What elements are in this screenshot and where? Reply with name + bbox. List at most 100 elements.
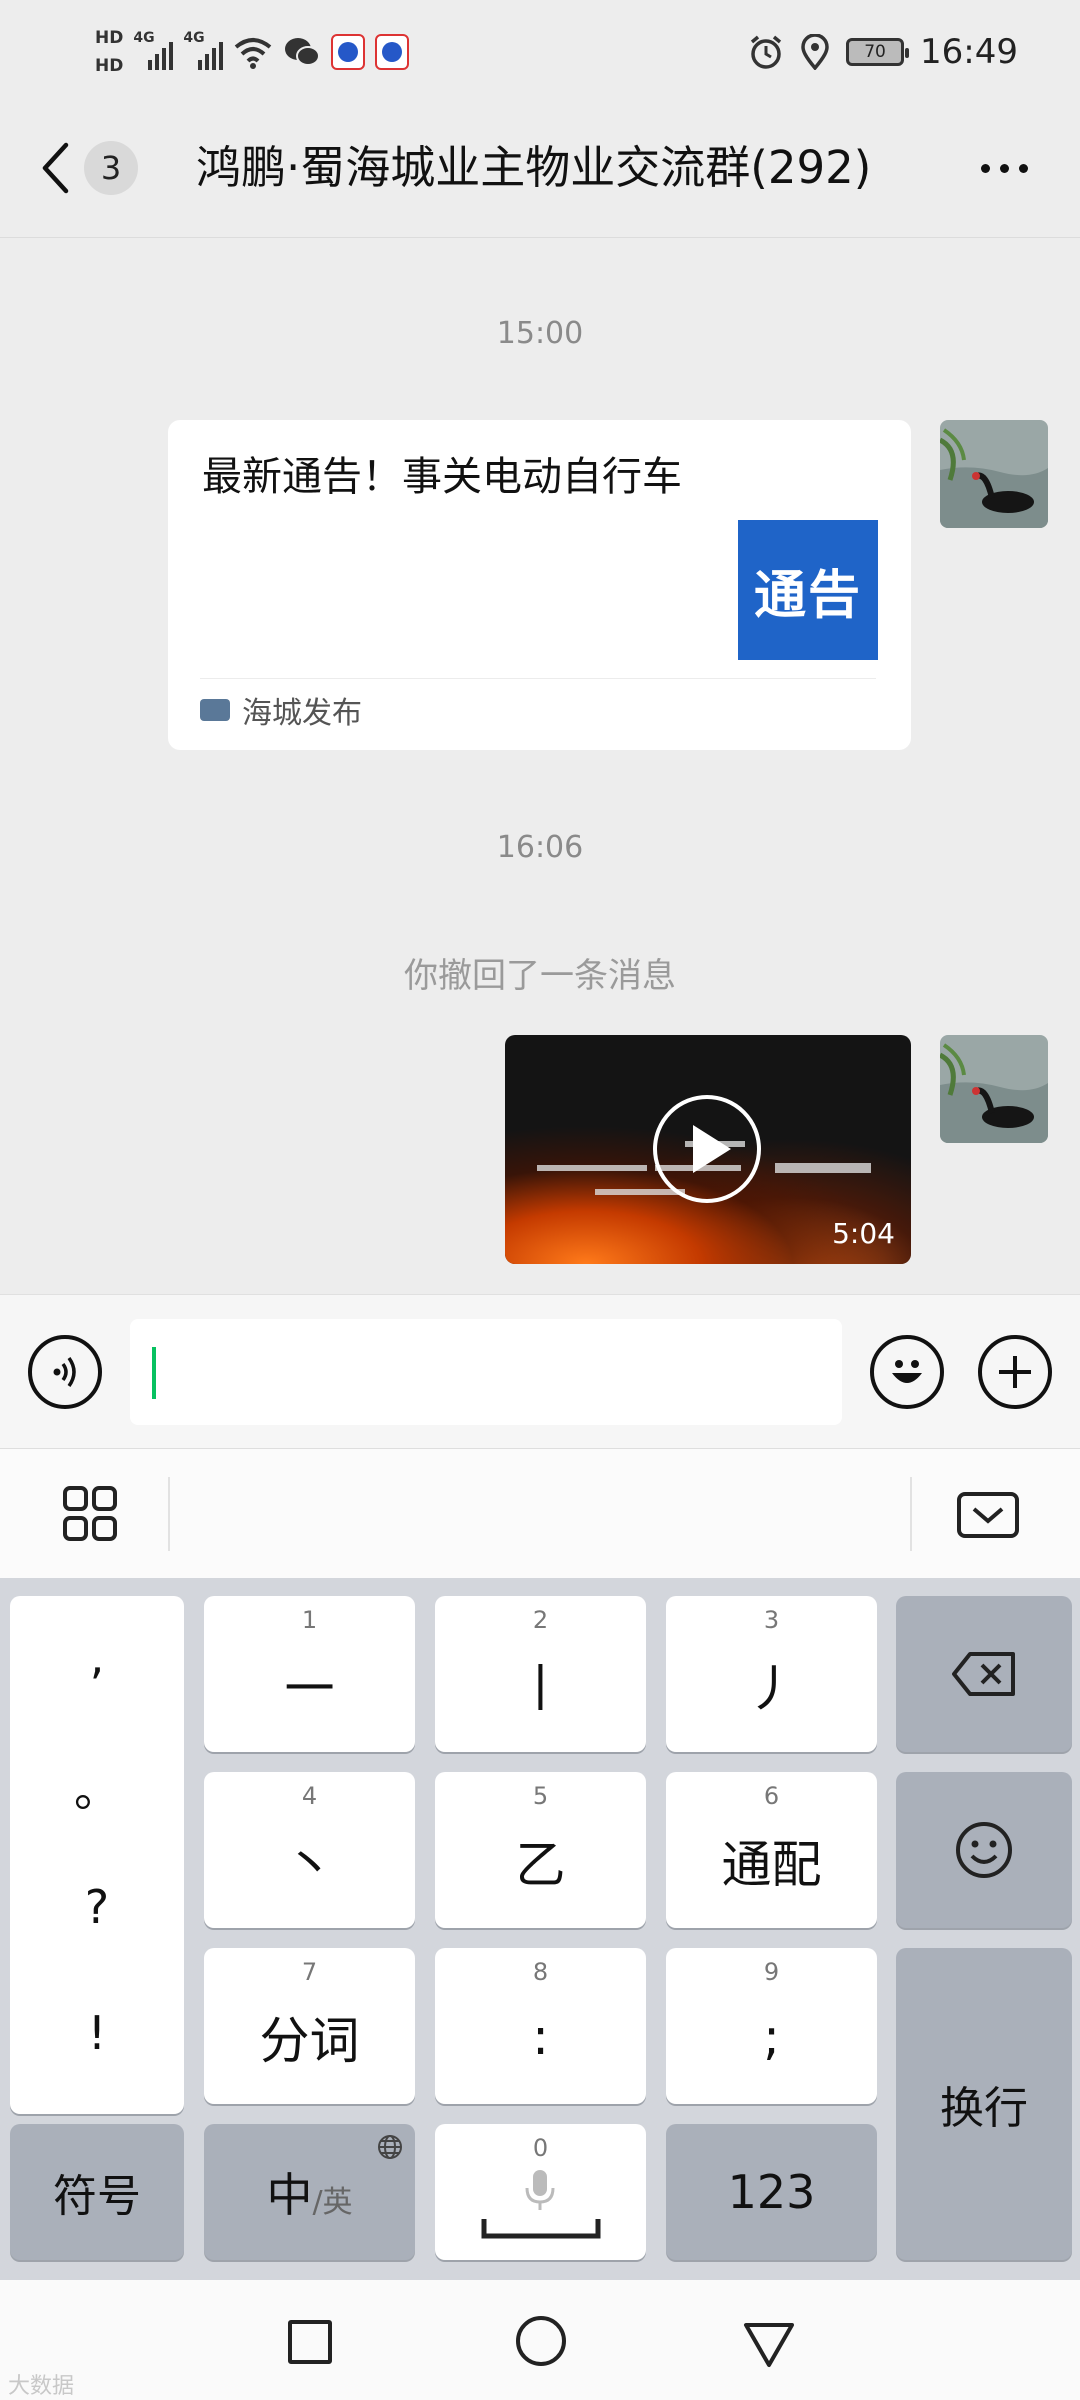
- avatar[interactable]: [940, 420, 1048, 528]
- emoji-button[interactable]: [870, 1335, 944, 1409]
- plus-icon: [999, 1356, 1031, 1388]
- stroke-key-1[interactable]: 1 一: [204, 1596, 415, 1752]
- stroke-key-4[interactable]: 4 丶: [204, 1772, 415, 1928]
- numeric-key[interactable]: 123: [666, 2124, 877, 2260]
- signal-1-icon: 4G: [133, 30, 174, 72]
- hd-label-1: HD: [95, 28, 124, 48]
- key-number: 2: [532, 1606, 549, 1634]
- key-number: 7: [301, 1958, 318, 1986]
- signal-2-icon: 4G: [183, 30, 224, 72]
- stroke-key-9[interactable]: 9 ;: [666, 1948, 877, 2104]
- stroke-key-7[interactable]: 7 分词: [204, 1948, 415, 2104]
- stroke-key-6[interactable]: 6 通配: [666, 1772, 877, 1928]
- message-input-bar: [0, 1294, 1080, 1448]
- card-source-name: 海城发布: [242, 695, 362, 731]
- punct-key[interactable]: !: [10, 2006, 184, 2060]
- timestamp: 15:00: [496, 316, 584, 351]
- backspace-icon: [952, 1652, 1015, 1696]
- space-key[interactable]: 0: [435, 2124, 646, 2260]
- emoji-key[interactable]: [896, 1772, 1072, 1928]
- punct-key[interactable]: 。: [10, 1754, 184, 1820]
- app-notification-icon: [375, 34, 410, 70]
- clock: 16:49: [920, 32, 1018, 72]
- space-bar-icon: [481, 2219, 601, 2239]
- key-number: 1: [301, 1606, 318, 1634]
- stroke-key-5[interactable]: 5 乙: [435, 1772, 646, 1928]
- play-icon[interactable]: [653, 1095, 761, 1203]
- status-right: 70 16:49: [748, 28, 1018, 76]
- key-label: 一: [284, 1660, 335, 1718]
- backspace-key[interactable]: [896, 1596, 1072, 1752]
- official-account-icon: [200, 698, 230, 721]
- chevron-left-icon: [42, 142, 69, 194]
- status-bar: HD HD 4G 4G 70 16:49: [0, 0, 1080, 100]
- stroke-key-2[interactable]: 2 丨: [435, 1596, 646, 1752]
- key-number: 4: [301, 1782, 318, 1810]
- more-functions-button[interactable]: [978, 1335, 1052, 1409]
- key-label: 丶: [284, 1836, 335, 1894]
- smiley-icon: [956, 1822, 1012, 1878]
- chat-header: 3 鸿鹏·蜀海城业主物业交流群(292): [0, 100, 1080, 238]
- key-label: 丨: [515, 1660, 566, 1718]
- chat-area[interactable]: 15:00 最新通告！事关电动自行车 通告 海城发布 16:06 你撤回了一条消…: [0, 238, 1080, 1294]
- hide-keyboard-icon[interactable]: [956, 1491, 1020, 1539]
- chat-title: 鸿鹏·蜀海城业主物业交流群(292): [196, 141, 872, 194]
- key-label: 丿: [746, 1660, 797, 1718]
- voice-button[interactable]: [28, 1335, 102, 1409]
- video-message[interactable]: 5:04: [505, 1035, 911, 1264]
- recent-apps-button[interactable]: [288, 2320, 332, 2364]
- text-caret: [152, 1347, 156, 1399]
- dot-icon: [980, 163, 990, 173]
- timestamp: 16:06: [496, 830, 584, 865]
- hd-label-2: HD: [95, 56, 124, 76]
- swan-photo-icon: [940, 1035, 1048, 1143]
- card-title: 最新通告！事关电动自行车: [202, 454, 682, 500]
- english-label: /英: [312, 2185, 353, 2220]
- app-notification-icon: [331, 34, 366, 70]
- message-input[interactable]: [130, 1319, 842, 1425]
- card-thumbnail-text: 通告: [753, 564, 862, 626]
- enter-key[interactable]: 换行: [896, 1948, 1072, 2260]
- grid-menu-icon[interactable]: [62, 1485, 118, 1543]
- dot-icon: [1018, 163, 1028, 173]
- back-triangle-icon[interactable]: [742, 2320, 796, 2370]
- card-thumbnail: 通告: [738, 520, 878, 660]
- key-number: 9: [763, 1958, 780, 1986]
- key-label: 通配: [721, 1836, 822, 1894]
- globe-icon: [378, 2135, 402, 2159]
- punct-key[interactable]: ?: [10, 1880, 184, 1934]
- punctuation-column[interactable]: , 。 ? !: [10, 1596, 184, 2114]
- chinese-label: 中: [266, 2168, 313, 2222]
- key-label: 分词: [259, 2012, 360, 2070]
- watermark: 大数据: [8, 2374, 75, 2399]
- punct-key[interactable]: ,: [10, 1630, 184, 1684]
- recall-notice: 你撤回了一条消息: [404, 956, 676, 996]
- link-card-message[interactable]: 最新通告！事关电动自行车 通告 海城发布: [168, 420, 911, 750]
- unread-count-badge: 3: [84, 141, 138, 195]
- avatar[interactable]: [940, 1035, 1048, 1143]
- language-switch-key[interactable]: 中/英: [204, 2124, 415, 2260]
- more-options-button[interactable]: [968, 136, 1040, 200]
- stroke-key-3[interactable]: 3 丿: [666, 1596, 877, 1752]
- home-button[interactable]: [516, 2316, 566, 2366]
- alarm-icon: [750, 35, 782, 69]
- key-number: 8: [532, 1958, 549, 1986]
- video-duration: 5:04: [832, 1217, 895, 1250]
- stroke-key-8[interactable]: 8 :: [435, 1948, 646, 2104]
- stroke-keyboard: , 。 ? ! 1 一 2 丨 3 丿 4 丶 5 乙 6 通配 7 分词 8 …: [0, 1578, 1080, 2280]
- location-icon: [801, 34, 829, 70]
- swan-photo-icon: [940, 420, 1048, 528]
- battery-icon: 70: [846, 38, 910, 66]
- symbols-key[interactable]: 符号: [10, 2124, 184, 2260]
- dot-icon: [999, 163, 1009, 173]
- hd-icons: HD HD: [95, 24, 123, 80]
- voice-icon: [53, 1356, 76, 1388]
- system-navigation-bar: 大数据: [0, 2280, 1080, 2400]
- emoji-icon: [892, 1360, 922, 1383]
- microphone-icon: [525, 2170, 555, 2210]
- back-button[interactable]: 3: [40, 136, 138, 200]
- wifi-icon: [235, 38, 272, 69]
- key-number: 6: [763, 1782, 780, 1810]
- status-left: HD HD 4G 4G: [95, 22, 410, 82]
- toolbar-divider: [168, 1477, 170, 1551]
